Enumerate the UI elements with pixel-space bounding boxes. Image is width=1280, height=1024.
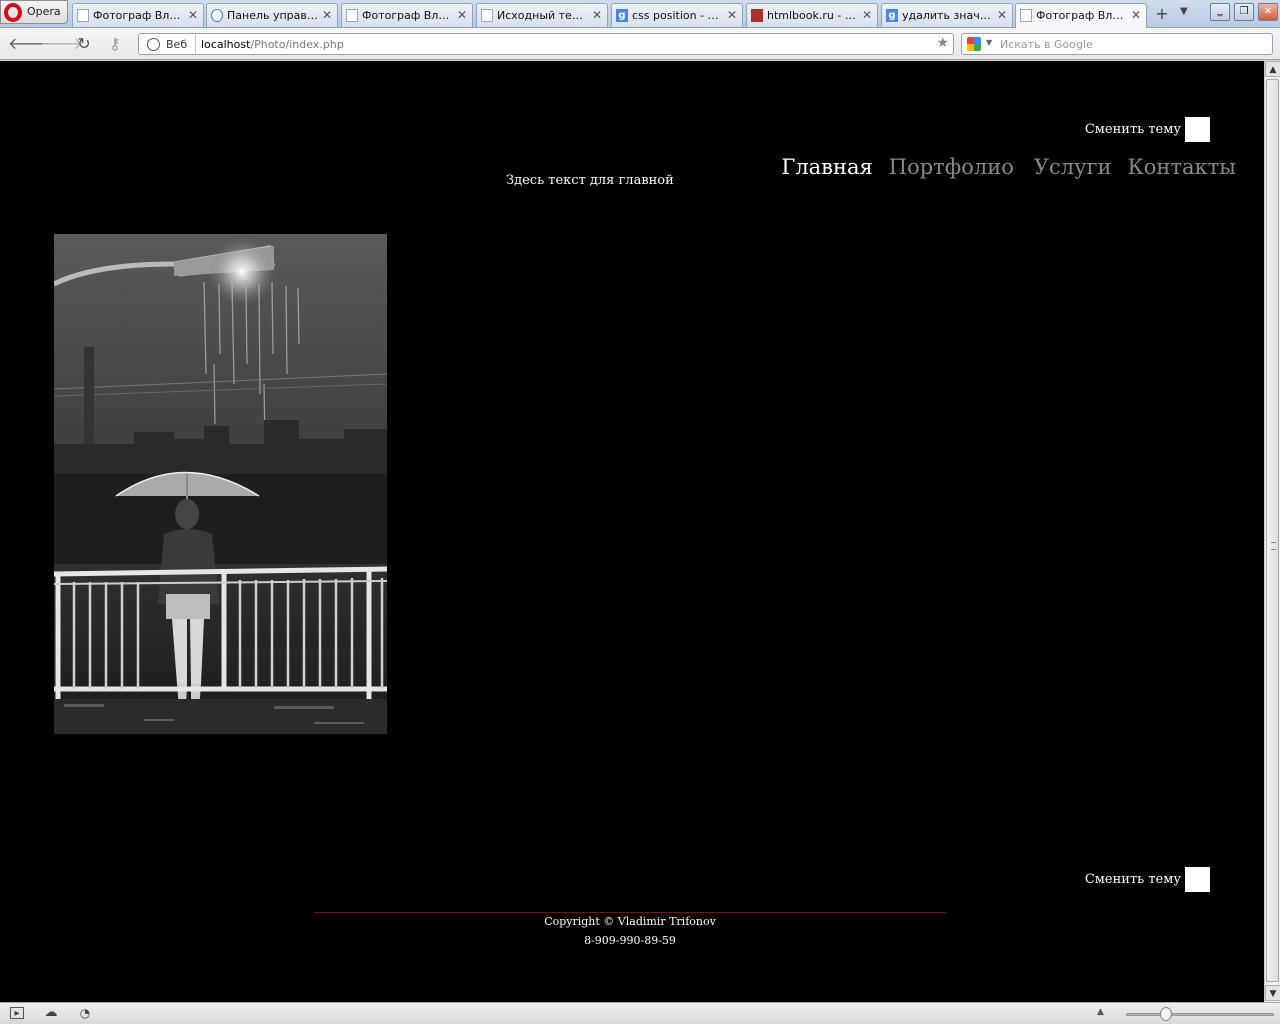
tab-4[interactable]: Исходный текс... ✕	[476, 3, 608, 27]
tab-5[interactable]: g css position - По... ✕	[611, 3, 743, 27]
address-toolbar: 🡐 🡒 ↻ ⚷ Веб localhost/Photo/index.php ★ …	[0, 28, 1280, 60]
close-icon[interactable]: ✕	[457, 8, 467, 22]
grip-icon	[1271, 542, 1276, 550]
tab-title: Фотограф Влад...	[1036, 9, 1128, 22]
scroll-down-arrow-icon[interactable]: ▼	[1265, 985, 1280, 1001]
hero-photo	[54, 234, 387, 734]
hero-photo-image	[54, 234, 387, 734]
tab-title: Фотограф Влад...	[93, 9, 185, 22]
tab-list-chevron-down-icon[interactable]: ▼	[1180, 6, 1188, 17]
tab-1[interactable]: Фотограф Влад... ✕	[72, 3, 204, 27]
intro-text: Здесь текст для главной	[506, 173, 674, 188]
minimize-icon[interactable]: ‗	[1210, 3, 1230, 21]
back-arrow-icon[interactable]: 🡐	[8, 34, 51, 54]
address-field[interactable]: Веб localhost/Photo/index.php ★	[138, 33, 954, 55]
theme-switch-label: Сменить тему	[1084, 122, 1181, 137]
zoom-slider-track[interactable]	[1126, 1013, 1274, 1016]
tab-title: css position - По...	[632, 9, 724, 22]
theme-swatch[interactable]	[1185, 117, 1210, 142]
close-window-icon[interactable]: ✕	[1258, 3, 1278, 21]
opera-logo-icon	[4, 3, 22, 22]
tab-3[interactable]: Фотограф Влад... ✕	[341, 3, 473, 27]
scrollbar-thumb[interactable]	[1266, 79, 1279, 982]
restore-icon[interactable]: ❐	[1234, 3, 1254, 21]
theme-switch-bottom[interactable]: Сменить тему	[1085, 867, 1210, 892]
close-icon[interactable]: ✕	[188, 8, 198, 22]
page-icon	[481, 9, 493, 22]
page-icon	[1020, 9, 1032, 22]
forward-arrow-icon[interactable]: 🡒	[40, 34, 83, 54]
globe-icon	[147, 38, 160, 51]
bookmark-star-icon[interactable]: ★	[936, 35, 949, 51]
divider	[195, 34, 196, 54]
tab-title: Панель управл...	[227, 9, 319, 22]
scroll-up-arrow-icon[interactable]: ▲	[1265, 61, 1280, 77]
close-icon[interactable]: ✕	[997, 8, 1007, 22]
close-icon[interactable]: ✕	[322, 8, 332, 22]
tab-title: удалить значе...	[902, 9, 994, 22]
google-icon: g	[616, 9, 628, 22]
tab-title: htmlbook.ru - CS...	[767, 9, 859, 22]
tab-6[interactable]: htmlbook.ru - CS... ✕	[746, 3, 878, 27]
main-nav: Главная Портфолио Услуги Контакты	[781, 155, 1236, 179]
zoom-slider-knob[interactable]	[1160, 1007, 1172, 1021]
zoom-view-up-icon[interactable]: ▲	[1097, 1007, 1104, 1017]
nav-item-home[interactable]: Главная	[781, 155, 872, 179]
close-icon[interactable]: ✕	[592, 8, 602, 22]
tab-title: Фотограф Влад...	[362, 9, 454, 22]
page-icon	[346, 9, 358, 22]
vertical-scrollbar[interactable]: ▲ ▼	[1264, 61, 1280, 1002]
nav-item-portfolio[interactable]: Портфолио	[889, 155, 1014, 179]
url-text[interactable]: localhost/Photo/index.php	[201, 38, 344, 51]
theme-switch-top[interactable]: Сменить тему	[1085, 117, 1210, 142]
chevron-down-icon[interactable]: ▼	[986, 38, 992, 47]
tab-2[interactable]: Панель управл... ✕	[206, 3, 338, 27]
status-bar: ▸ ☁ ◔ ▲	[0, 1002, 1280, 1024]
footer-phone: 8-909-990-89-59	[584, 934, 676, 947]
opera-menu-button[interactable]: Opera	[0, 0, 68, 24]
web-badge: Веб	[166, 38, 188, 51]
theme-switch-label: Сменить тему	[1084, 872, 1181, 887]
url-path: /Photo/index.php	[250, 38, 344, 51]
google-icon: g	[886, 9, 898, 22]
speed-dial-gauge-icon[interactable]: ◔	[78, 1007, 92, 1019]
close-icon[interactable]: ✕	[1131, 8, 1141, 22]
tab-8-active[interactable]: Фотограф Влад... ✕	[1015, 3, 1147, 28]
cloud-icon[interactable]: ☁	[44, 1006, 58, 1019]
ra-icon	[211, 9, 223, 22]
page-viewport: Сменить тему Главная Портфолио Услуги Ко…	[0, 61, 1264, 1002]
panel-toggle-icon[interactable]: ▸	[10, 1007, 24, 1019]
nav-item-services[interactable]: Услуги	[1034, 155, 1112, 179]
footer-divider	[314, 912, 946, 913]
footer-copyright: Copyright © Vladimir Trifonov	[544, 915, 716, 928]
nav-item-contacts[interactable]: Контакты	[1128, 155, 1237, 179]
tab-title: Исходный текс...	[497, 9, 589, 22]
reload-icon[interactable]: ↻	[73, 34, 95, 54]
page-icon	[77, 9, 89, 22]
search-placeholder: Искать в Google	[1000, 38, 1093, 51]
google-icon[interactable]	[967, 37, 981, 51]
url-host: localhost	[201, 38, 251, 51]
close-icon[interactable]: ✕	[862, 8, 872, 22]
tab-7[interactable]: g удалить значе... ✕	[881, 3, 1013, 27]
opera-menu-label: Opera	[27, 5, 61, 18]
new-tab-plus-icon[interactable]: +	[1150, 4, 1174, 24]
close-icon[interactable]: ✕	[727, 8, 737, 22]
tab-bar: Opera Фотограф Влад... ✕ Панель управл..…	[0, 0, 1280, 28]
search-field[interactable]: ▼ Искать в Google	[961, 33, 1273, 55]
theme-swatch[interactable]	[1185, 867, 1210, 892]
htmlbook-icon	[751, 9, 763, 22]
key-icon[interactable]: ⚷	[104, 34, 126, 54]
